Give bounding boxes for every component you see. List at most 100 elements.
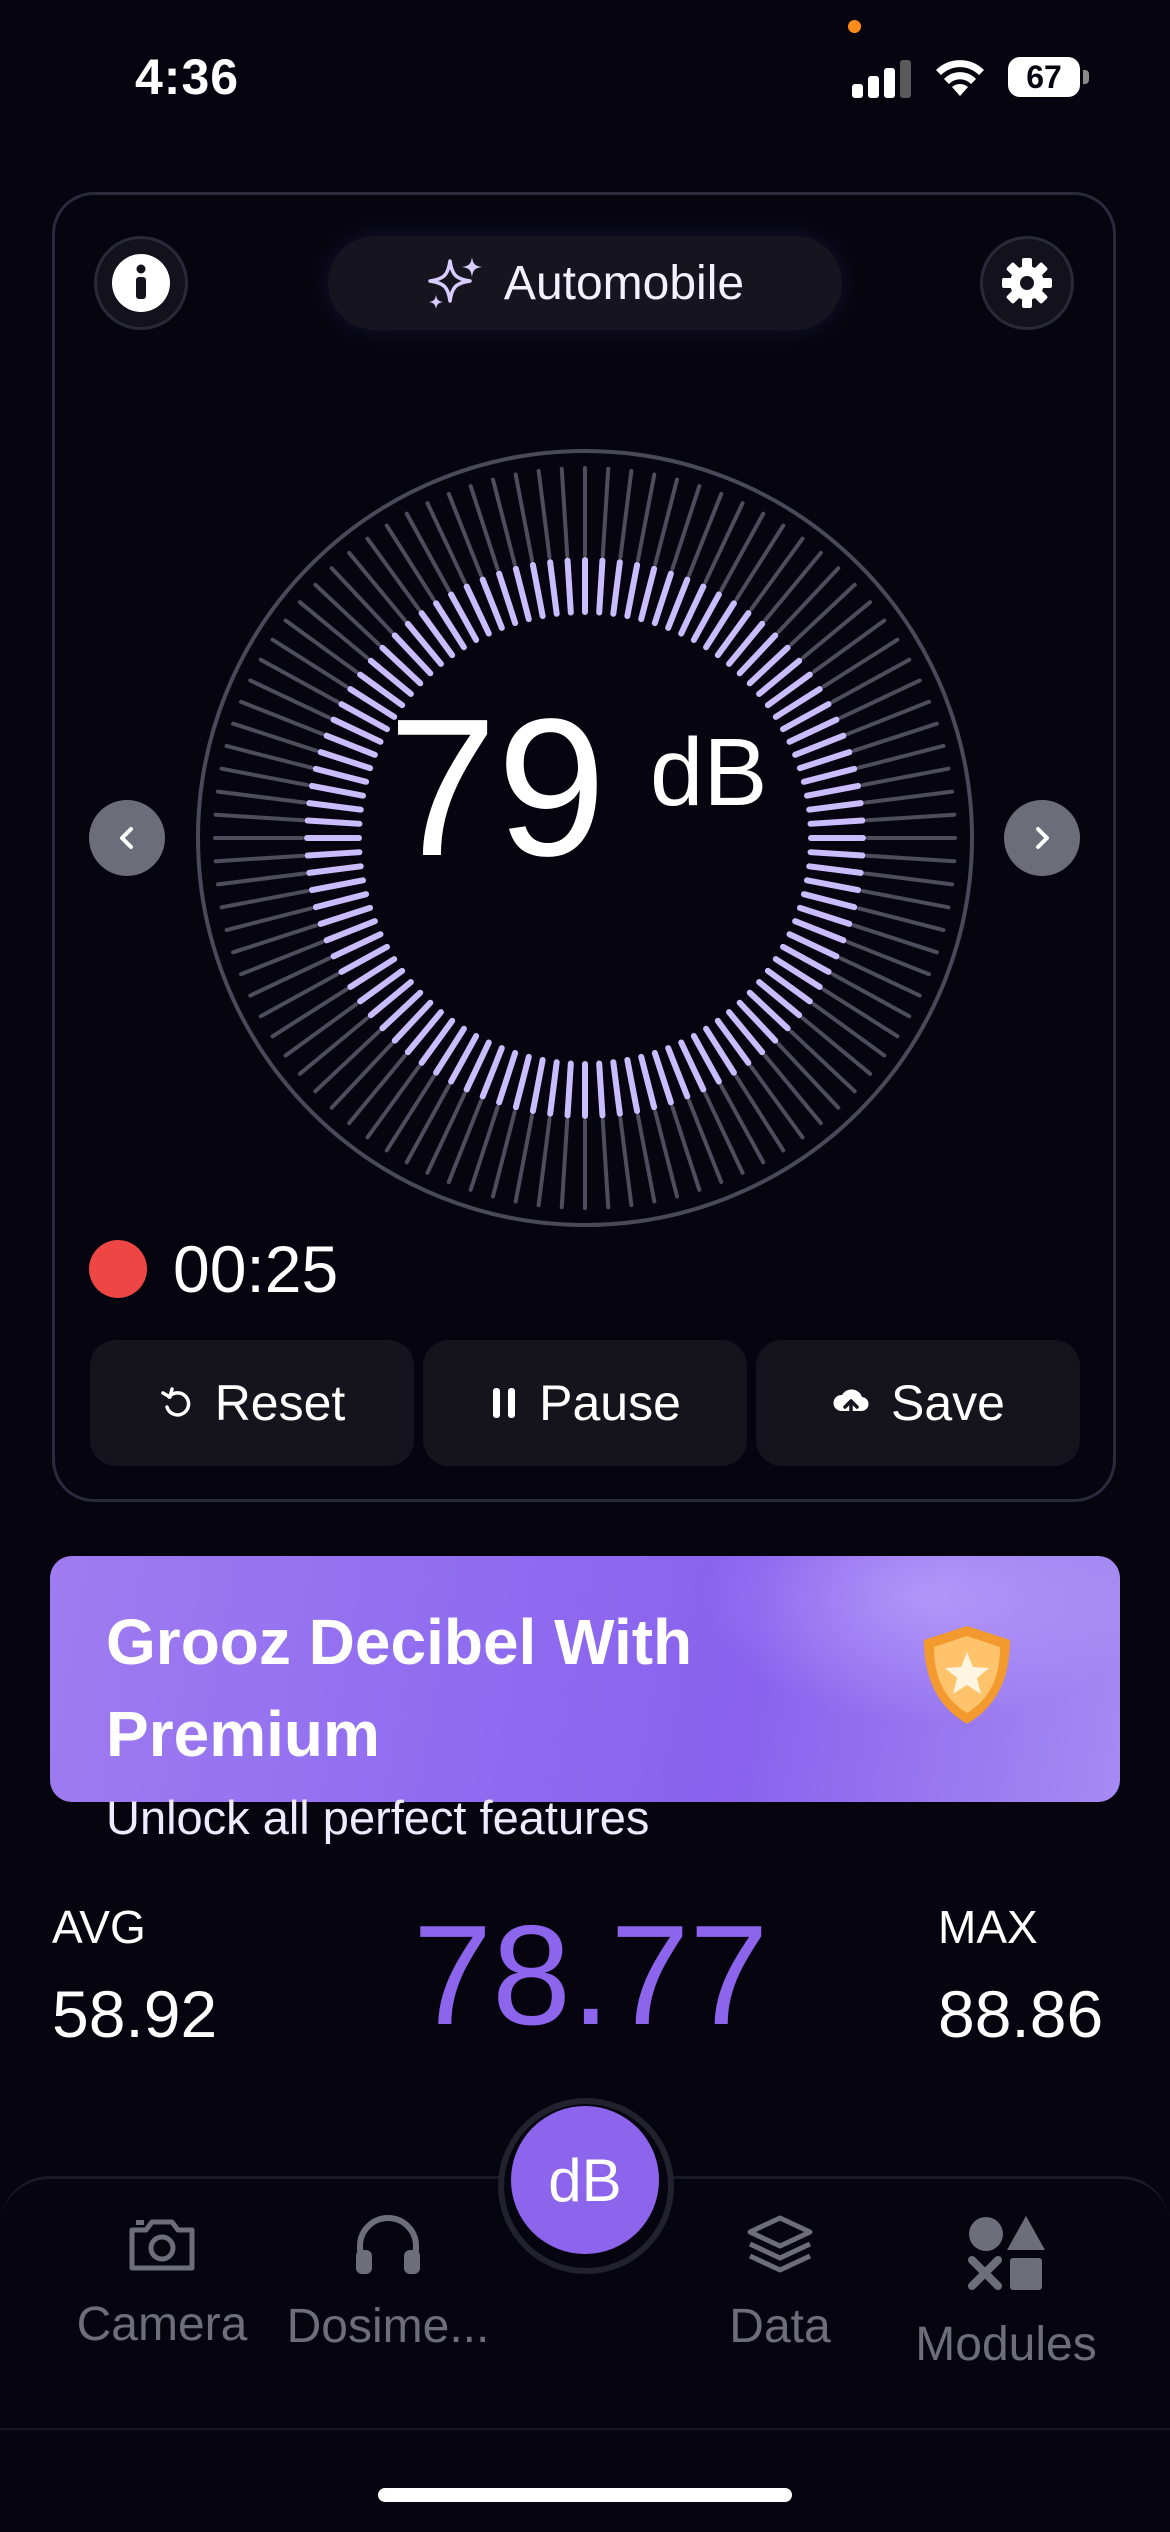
tab-camera-label: Camera: [76, 2298, 248, 2351]
dial-outer-tick: [347, 1054, 407, 1126]
dial-level-tick: [596, 557, 606, 616]
dial-outer-tick: [283, 1002, 359, 1058]
dial-outer-tick: [776, 566, 841, 634]
dial-level-tick: [610, 559, 623, 617]
reset-label: Reset: [214, 1375, 346, 1431]
dial-outer-tick: [811, 1002, 887, 1058]
max-label: MAX: [938, 1901, 1038, 1953]
dial-outer-tick: [384, 1074, 436, 1153]
dial-outer-tick: [404, 1083, 451, 1165]
tab-dosimeter[interactable]: Dosime...: [268, 2214, 508, 2354]
dial-outer-tick: [559, 466, 570, 558]
dial-outer-tick: [811, 618, 887, 674]
next-mode-button[interactable]: [1004, 800, 1080, 876]
dial-level-tick: [304, 817, 363, 827]
tab-decibel-button[interactable]: dB: [511, 2106, 659, 2254]
dial-outer-tick: [863, 871, 955, 887]
gear-icon: [1002, 258, 1052, 308]
dial-outer-tick: [719, 1083, 766, 1165]
dial-level-tick: [596, 1060, 606, 1119]
info-button[interactable]: [94, 236, 188, 330]
tab-camera[interactable]: Camera: [42, 2214, 282, 2352]
dial-level-tick: [796, 904, 853, 927]
battery-indicator: 67: [1008, 57, 1080, 97]
premium-subtitle: Unlock all perfect features: [106, 1791, 650, 1844]
premium-title: Grooz Decibel With Premium: [106, 1606, 693, 1770]
dial-outer-tick: [536, 468, 552, 560]
dial-outer-tick: [365, 1064, 421, 1140]
dial-outer-tick: [734, 1074, 786, 1153]
dial-outer-tick: [297, 600, 369, 660]
reading-unit: dB: [650, 719, 768, 826]
dial-outer-tick: [215, 789, 307, 805]
dial-outer-tick: [219, 766, 310, 787]
dial-outer-tick: [313, 582, 381, 647]
cellular-signal-icon: [852, 58, 912, 98]
tab-data-label: Data: [729, 2300, 831, 2353]
dial-outer-tick: [559, 1118, 570, 1210]
pause-icon: [493, 1388, 516, 1418]
dial-outer-tick: [600, 466, 611, 558]
dial-level-tick: [306, 800, 364, 813]
info-icon: [112, 254, 170, 312]
dial-level-tick: [800, 891, 858, 911]
privacy-indicator: [848, 20, 861, 33]
reset-button[interactable]: Reset: [90, 1340, 414, 1466]
dial-level-tick: [304, 849, 363, 859]
dial-outer-tick: [404, 511, 451, 593]
dial-outer-tick: [313, 1029, 381, 1094]
tab-modules[interactable]: Modules: [886, 2214, 1126, 2372]
dial-level-tick: [529, 561, 546, 620]
dial-level-tick: [807, 817, 866, 827]
current-reading: 79: [388, 678, 607, 897]
dial-level-tick: [317, 749, 374, 772]
dial-outer-tick: [860, 766, 951, 787]
tab-modules-label: Modules: [915, 2318, 1097, 2371]
dial-outer-tick: [224, 743, 313, 770]
dial-level-tick: [638, 1053, 658, 1111]
dial-level-tick: [624, 1056, 641, 1115]
dial-outer-tick: [830, 657, 912, 704]
dial-outer-tick: [224, 906, 313, 933]
dial-outer-tick: [749, 536, 805, 612]
dial-outer-tick: [636, 1113, 657, 1204]
dial-outer-tick: [653, 477, 680, 566]
dial-outer-tick: [213, 812, 305, 823]
dial-outer-tick: [763, 550, 823, 622]
dial-outer-tick: [213, 853, 305, 864]
dial-outer-tick: [490, 477, 517, 566]
dial-outer-tick: [384, 523, 436, 602]
cloud-upload-icon: [833, 1389, 869, 1420]
mode-selector[interactable]: Automobile: [328, 236, 842, 330]
dial-outer-tick: [857, 743, 946, 770]
dial-outer-tick: [865, 853, 957, 864]
dial-level-tick: [547, 1059, 560, 1117]
dial-level-tick: [803, 877, 862, 894]
dial-outer-tick: [801, 1016, 873, 1076]
dial-outer-tick: [776, 1042, 841, 1110]
tab-dosimeter-label: Dosime...: [286, 2300, 490, 2353]
save-button[interactable]: Save: [756, 1340, 1080, 1466]
dial-outer-tick: [821, 637, 900, 689]
dial-level-tick: [624, 561, 641, 620]
dial-level-tick: [807, 849, 866, 859]
previous-mode-button[interactable]: [89, 800, 165, 876]
dial-outer-tick: [329, 566, 394, 634]
dial-outer-tick: [789, 582, 857, 647]
dial-outer-tick: [329, 1042, 394, 1110]
mode-label: Automobile: [503, 256, 745, 310]
settings-button[interactable]: [980, 236, 1074, 330]
dial-outer-tick: [860, 889, 951, 910]
pause-label: Pause: [539, 1375, 681, 1431]
dial-level-tick: [529, 1056, 546, 1115]
dial-level-tick: [800, 765, 858, 785]
home-indicator: [378, 2488, 792, 2502]
dial-outer-tick: [270, 987, 349, 1039]
dial-outer-tick: [536, 1116, 552, 1208]
pause-button[interactable]: Pause: [423, 1340, 747, 1466]
dial-outer-tick: [801, 600, 873, 660]
dial-level-tick: [796, 749, 853, 772]
dial-outer-tick: [618, 1116, 634, 1208]
dial-outer-tick: [283, 618, 359, 674]
tab-data[interactable]: Data: [660, 2214, 900, 2354]
